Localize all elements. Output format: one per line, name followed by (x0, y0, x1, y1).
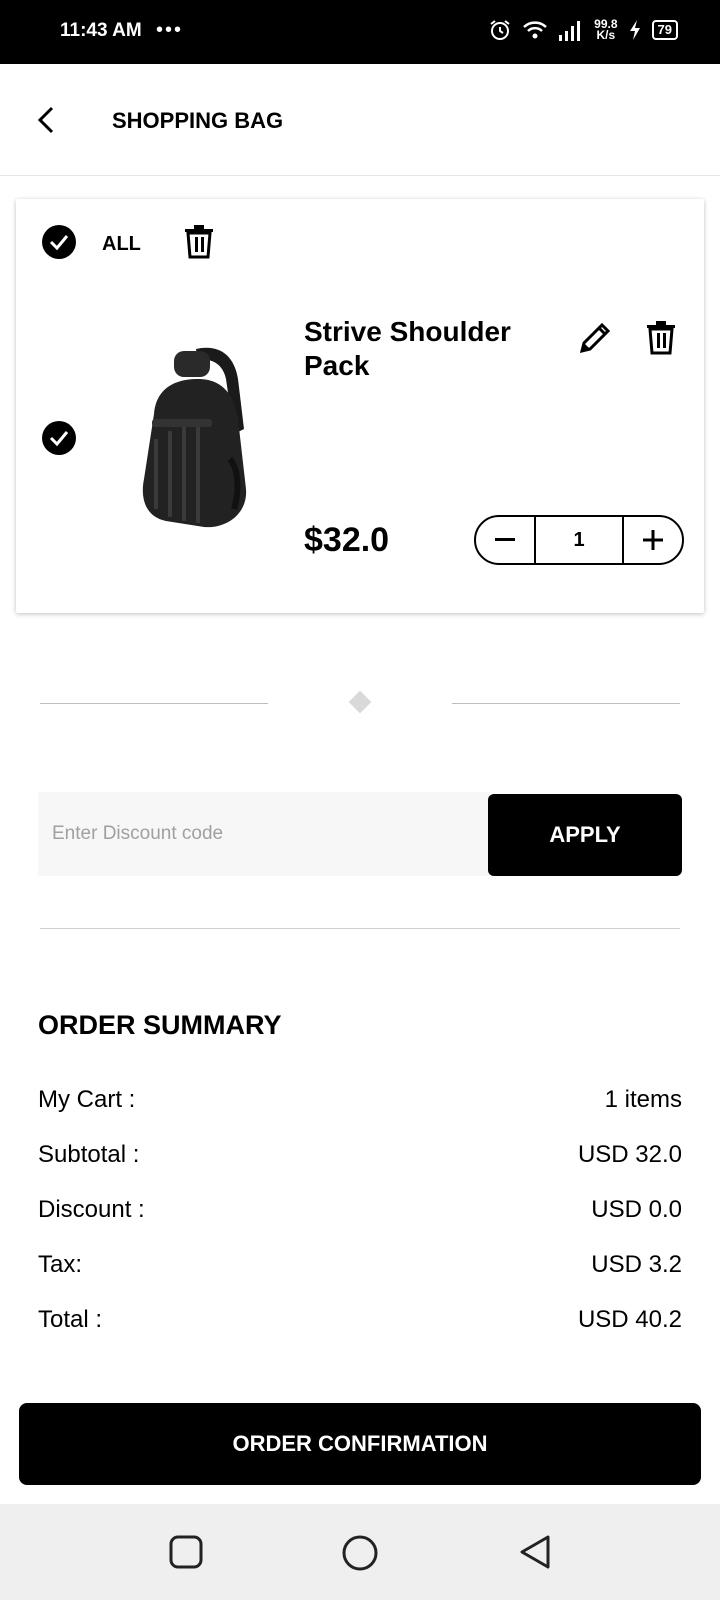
checkmark-icon (49, 235, 69, 251)
net-speed: 99.8 K/s (594, 18, 617, 42)
summary-label: My Cart : (38, 1086, 136, 1113)
order-summary-title: ORDER SUMMARY (38, 1010, 282, 1040)
divider-left (40, 703, 268, 704)
divider (40, 928, 680, 929)
summary-label: Tax: (38, 1251, 83, 1278)
increment-button[interactable] (624, 517, 682, 563)
backpack-image (142, 347, 247, 528)
page-title: SHOPPING BAG (112, 108, 284, 133)
quantity-value: 1 (534, 517, 624, 563)
charging-icon (629, 20, 640, 40)
summary-value: USD 3.2 (591, 1251, 682, 1278)
delete-item-icon[interactable] (646, 321, 676, 355)
system-nav-bar (0, 1504, 720, 1600)
summary-row-subtotal: Subtotal : USD 32.0 (38, 1141, 682, 1169)
decrement-button[interactable] (476, 517, 534, 563)
summary-label: Subtotal : (38, 1141, 140, 1168)
apply-button[interactable]: APPLY (488, 794, 682, 876)
back-arrow-icon[interactable] (32, 100, 64, 140)
back-nav-icon[interactable] (518, 1534, 552, 1570)
summary-row-discount: Discount : USD 0.0 (38, 1196, 682, 1224)
summary-label: Total : (38, 1306, 103, 1333)
status-icons: 99.8 K/s 79 (488, 18, 678, 42)
product-price: $32.0 (304, 521, 390, 559)
order-confirmation-button[interactable]: ORDER CONFIRMATION (19, 1403, 701, 1485)
item-checkbox[interactable] (42, 421, 76, 455)
divider-right (452, 703, 680, 704)
recent-apps-icon[interactable] (168, 1534, 204, 1570)
status-bar: 11:43 AM ••• 99.8 K/s 79 (0, 0, 720, 64)
summary-row-tax: Tax: USD 3.2 (38, 1251, 682, 1279)
delete-all-icon[interactable] (184, 225, 214, 259)
signal-icon (559, 21, 581, 41)
status-time: 11:43 AM (60, 20, 142, 41)
summary-row-my-cart: My Cart : 1 items (38, 1086, 682, 1114)
summary-value: USD 40.2 (577, 1306, 682, 1333)
cart-card: ALL Strive Shoulder Pack $32.0 1 (16, 199, 704, 613)
home-icon[interactable] (341, 1534, 379, 1572)
checkmark-icon (49, 431, 69, 447)
minus-icon (495, 538, 515, 541)
discount-code-input[interactable] (38, 792, 490, 876)
app-bar: SHOPPING BAG (0, 64, 720, 176)
summary-label: Discount : (38, 1196, 145, 1223)
select-all-label: ALL (102, 233, 141, 255)
diamond-ornament (348, 690, 372, 714)
plus-icon (643, 530, 663, 550)
battery-level: 79 (651, 20, 678, 40)
edit-pencil-icon[interactable] (578, 321, 612, 355)
net-speed-unit: K/s (596, 28, 616, 42)
summary-row-total: Total : USD 40.2 (38, 1306, 682, 1334)
product-name[interactable]: Strive Shoulder Pack (304, 315, 554, 383)
quantity-stepper: 1 (474, 515, 684, 565)
summary-value: USD 0.0 (591, 1196, 682, 1223)
summary-value: 1 items (604, 1086, 682, 1113)
summary-value: USD 32.0 (577, 1141, 682, 1168)
alarm-icon (490, 20, 510, 40)
notification-dots: ••• (156, 19, 184, 41)
wifi-icon (523, 21, 548, 39)
select-all-checkbox[interactable] (42, 225, 76, 259)
